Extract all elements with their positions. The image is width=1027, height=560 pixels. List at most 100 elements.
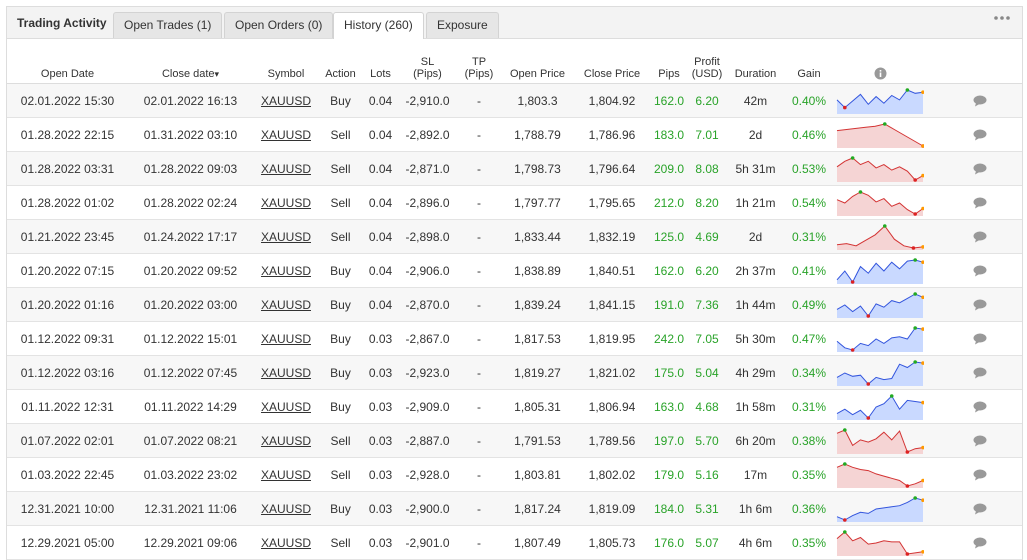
col-tp-unit: (Pips) [464, 68, 494, 80]
symbol-link[interactable]: XAUUSD [261, 468, 311, 482]
symbol-link[interactable]: XAUUSD [261, 366, 311, 380]
close-price-cell: 1,804.92 [573, 83, 651, 118]
sparkline-min-point [850, 280, 855, 284]
col-close-price[interactable]: Close Price [573, 43, 651, 84]
symbol-link[interactable]: XAUUSD [261, 128, 311, 142]
sl-cell: -2,928.0 [399, 457, 456, 492]
sort-arrow-icon: ▾ [214, 69, 220, 79]
symbol-link[interactable]: XAUUSD [261, 162, 311, 176]
symbol-cell: XAUUSD [253, 457, 319, 492]
symbol-cell: XAUUSD [253, 185, 319, 220]
table-row: 12.31.2021 10:00 12.31.2021 11:06 XAUUSD Bu… [7, 491, 1022, 526]
col-profit[interactable]: Profit (USD) [687, 43, 727, 84]
symbol-link[interactable]: XAUUSD [261, 332, 311, 346]
col-duration[interactable]: Duration [727, 43, 784, 84]
table-row: 01.21.2022 23:45 01.24.2022 17:17 XAUUSD Se… [7, 219, 1022, 254]
symbol-link[interactable]: XAUUSD [261, 434, 311, 448]
sparkline-max-point [843, 530, 847, 534]
sparkline-area [837, 260, 923, 284]
symbol-link[interactable]: XAUUSD [261, 400, 311, 414]
comment-icon[interactable] [973, 299, 987, 311]
trade-chart-cell [834, 253, 926, 288]
close-date-cell: 01.11.2022 14:29 [128, 389, 253, 424]
sl-cell: -2,906.0 [399, 253, 456, 288]
profit-cell: 5.07 [687, 525, 727, 560]
symbol-link[interactable]: XAUUSD [261, 196, 311, 210]
col-sl-unit: (Pips) [413, 68, 442, 80]
comment-icon[interactable] [973, 129, 987, 141]
comment-icon[interactable] [973, 163, 987, 175]
comment-icon[interactable] [973, 333, 987, 345]
gain-cell: 0.41% [784, 253, 834, 288]
symbol-link[interactable]: XAUUSD [261, 94, 311, 108]
comment-icon[interactable] [973, 95, 987, 107]
action-cell: Sell [319, 423, 362, 458]
comment-cell [926, 83, 1022, 118]
col-close-date[interactable]: Close date▾ [128, 43, 253, 84]
close-price-cell: 1,806.94 [573, 389, 651, 424]
action-cell: Buy [319, 355, 362, 390]
trade-sparkline [836, 224, 924, 250]
pips-cell: 197.0 [651, 423, 687, 458]
close-date-cell: 01.12.2022 07:45 [128, 355, 253, 390]
col-tp[interactable]: TP (Pips) [456, 43, 502, 84]
close-date-cell: 01.28.2022 02:24 [128, 185, 253, 220]
tp-cell: - [456, 423, 502, 458]
col-symbol[interactable]: Symbol [253, 43, 319, 84]
col-pips[interactable]: Pips [651, 43, 687, 84]
tab-exposure[interactable]: Exposure [426, 12, 499, 38]
tab-open-orders[interactable]: Open Orders (0) [224, 12, 334, 38]
symbol-link[interactable]: XAUUSD [261, 502, 311, 516]
open-date-cell: 01.12.2022 03:16 [7, 355, 128, 390]
comment-icon[interactable] [973, 265, 987, 277]
gain-cell: 0.38% [784, 423, 834, 458]
pips-cell: 162.0 [651, 253, 687, 288]
sparkline-area [837, 464, 923, 488]
more-dots-icon[interactable] [994, 15, 1010, 21]
header-row: Open Date Close date▾ Symbol Action Lots… [7, 43, 1022, 84]
symbol-link[interactable]: XAUUSD [261, 230, 311, 244]
comment-icon[interactable] [973, 435, 987, 447]
col-action[interactable]: Action [319, 43, 362, 84]
sparkline-max-point [913, 496, 917, 500]
tp-cell: - [456, 321, 502, 356]
comment-icon[interactable] [973, 401, 987, 413]
tab-history[interactable]: History (260) [333, 12, 424, 39]
action-cell: Sell [319, 219, 362, 254]
col-open-price[interactable]: Open Price [502, 43, 573, 84]
table-row: 01.20.2022 07:15 01.20.2022 09:52 XAUUSD Bu… [7, 253, 1022, 288]
lots-cell: 0.04 [362, 117, 399, 152]
comment-cell [926, 457, 1022, 492]
action-cell: Buy [319, 321, 362, 356]
symbol-link[interactable]: XAUUSD [261, 298, 311, 312]
trade-sparkline [836, 530, 924, 556]
symbol-link[interactable]: XAUUSD [261, 536, 311, 550]
gain-cell: 0.31% [784, 219, 834, 254]
lots-cell: 0.03 [362, 321, 399, 356]
comment-icon[interactable] [973, 469, 987, 481]
comment-icon[interactable] [973, 197, 987, 209]
col-gain[interactable]: Gain [784, 43, 834, 84]
open-price-cell: 1,798.73 [502, 151, 573, 186]
info-icon[interactable] [874, 67, 887, 80]
col-lots[interactable]: Lots [362, 43, 399, 84]
col-sl[interactable]: SL (Pips) [399, 43, 456, 84]
gain-cell: 0.47% [784, 321, 834, 356]
close-price-cell: 1,841.15 [573, 287, 651, 322]
trade-sparkline [836, 156, 924, 182]
comment-icon[interactable] [973, 367, 987, 379]
profit-cell: 8.20 [687, 185, 727, 220]
duration-cell: 2d [727, 117, 784, 152]
gain-cell: 0.36% [784, 491, 834, 526]
open-date-cell: 01.28.2022 01:02 [7, 185, 128, 220]
col-open-date[interactable]: Open Date [7, 43, 128, 84]
comment-icon[interactable] [973, 231, 987, 243]
open-date-cell: 01.28.2022 03:31 [7, 151, 128, 186]
symbol-link[interactable]: XAUUSD [261, 264, 311, 278]
tab-open-trades[interactable]: Open Trades (1) [113, 12, 223, 38]
sparkline-area [837, 158, 923, 182]
comment-icon[interactable] [973, 537, 987, 549]
gain-cell: 0.34% [784, 355, 834, 390]
open-price-cell: 1,839.24 [502, 287, 573, 322]
comment-icon[interactable] [973, 503, 987, 515]
